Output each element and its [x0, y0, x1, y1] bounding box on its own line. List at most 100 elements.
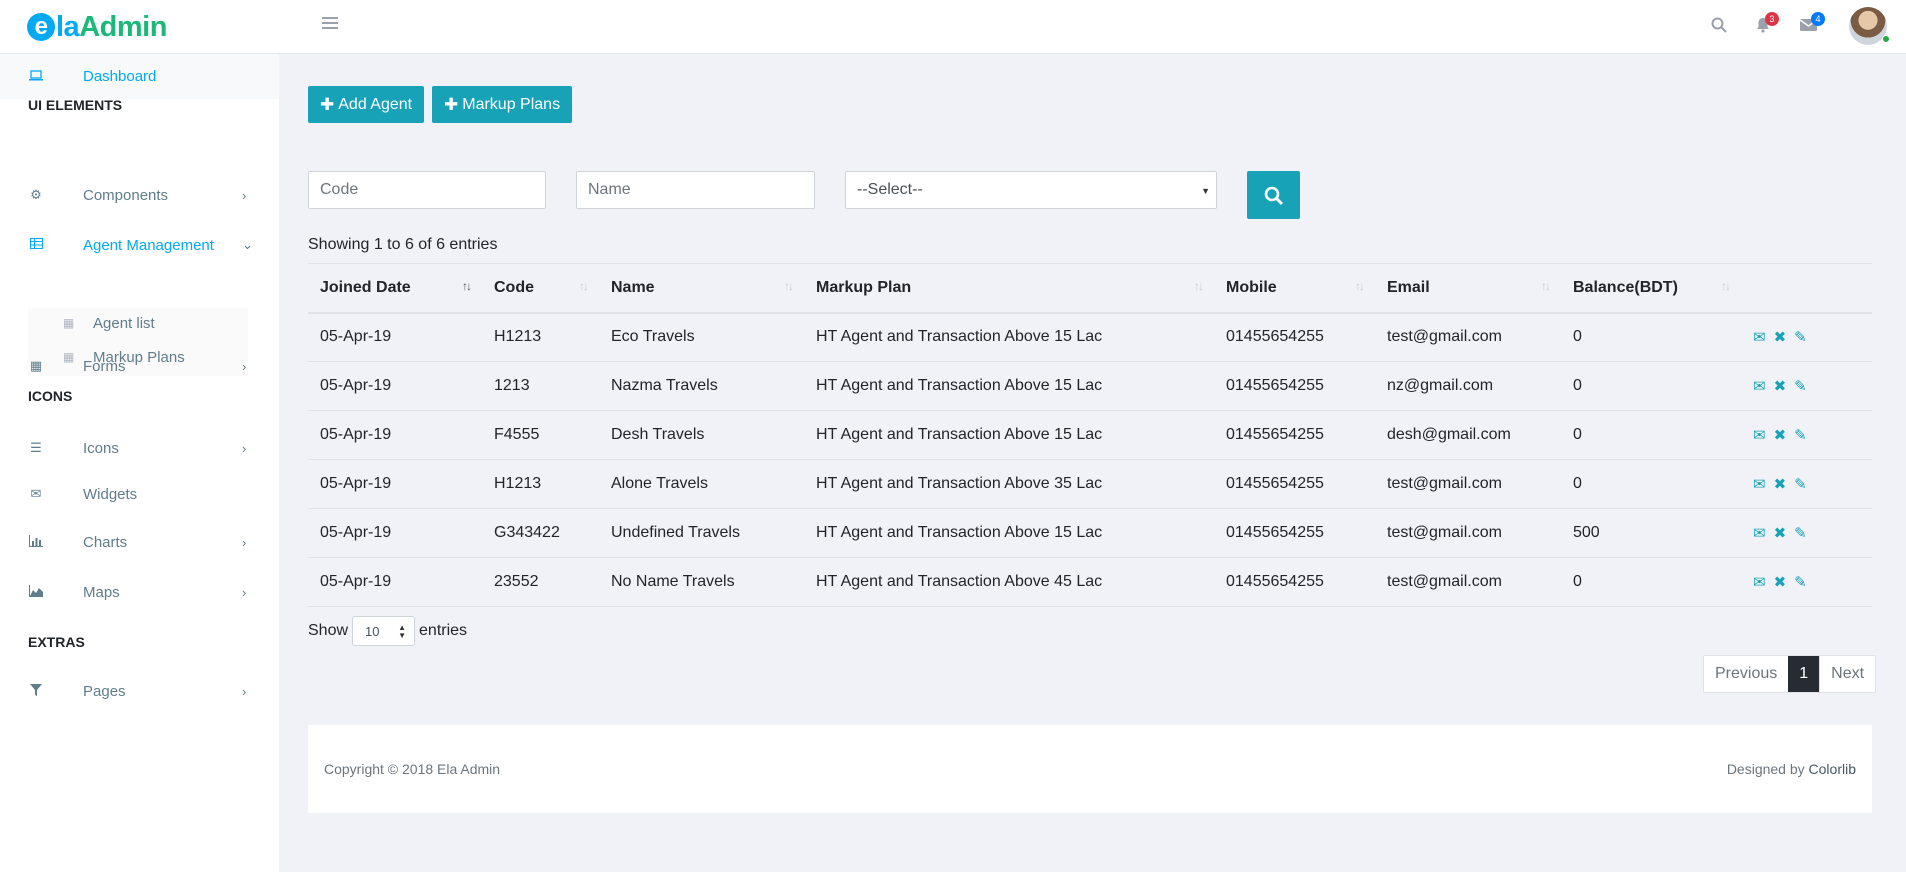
page-1-button[interactable]: 1 [1788, 656, 1820, 692]
close-icon[interactable]: ✖ [1774, 426, 1787, 444]
cell-balance: 0 [1561, 361, 1741, 411]
area-chart-icon [28, 585, 44, 599]
table-row: 05-Apr-19 23552 No Name Travels HT Agent… [308, 557, 1872, 607]
edit-icon[interactable]: ✎ [1794, 426, 1807, 444]
next-page-button[interactable]: Next [1819, 656, 1875, 692]
cell-name: Desh Travels [599, 410, 804, 460]
envelope-icon[interactable]: ✉ [1753, 426, 1766, 444]
close-icon[interactable]: ✖ [1774, 377, 1787, 395]
table-length-control: Show 10 ▲ ▼ entries [308, 616, 467, 646]
page-length-select[interactable]: 10 ▲ ▼ [352, 616, 416, 646]
header-code[interactable]: Code ↑↓ [482, 263, 599, 314]
entries-label: entries [419, 622, 468, 639]
header-balance[interactable]: Balance(BDT) ↑↓ [1561, 263, 1741, 314]
designed-by-text: Designed by Colorlib [1727, 761, 1856, 777]
header-mobile[interactable]: Mobile ↑↓ [1214, 263, 1375, 314]
colorlib-link[interactable]: Colorlib [1809, 761, 1856, 777]
sort-icon: ↑↓ [579, 279, 589, 293]
previous-page-button[interactable]: Previous [1704, 656, 1788, 692]
header-name[interactable]: Name ↑↓ [599, 263, 804, 314]
header-markup-plan[interactable]: Markup Plan ↑↓ [804, 263, 1214, 314]
envelope-icon[interactable]: ✉ [1753, 328, 1766, 346]
sidebar-item-agent-management[interactable]: Agent Management ⌄ [0, 225, 279, 265]
cell-balance: 0 [1561, 459, 1741, 509]
sidebar-item-pages[interactable]: Pages › [0, 671, 279, 711]
cell-markup-plan: HT Agent and Transaction Above 15 Lac [804, 508, 1214, 558]
name-input[interactable]: Name [576, 171, 815, 209]
sidebar-item-components[interactable]: ⚙ Components › [0, 175, 279, 215]
edit-icon[interactable]: ✎ [1794, 377, 1807, 395]
sidebar-item-charts[interactable]: Charts › [0, 522, 279, 562]
envelope-icon[interactable]: ✉ [1753, 524, 1766, 542]
cell-actions: ✉ ✖ ✎ [1741, 459, 1872, 509]
ela-admin-logo[interactable]: e la Admin [27, 10, 167, 44]
cell-actions: ✉ ✖ ✎ [1741, 508, 1872, 558]
sort-icon: ↑↓ [1194, 279, 1204, 293]
sidebar: Dashboard UI ELEMENTS ⚙ Components › Age… [0, 54, 279, 872]
messages-badge: 4 [1811, 12, 1825, 26]
search-button[interactable] [1247, 171, 1300, 219]
chevron-right-icon: › [242, 440, 247, 456]
edit-icon[interactable]: ✎ [1794, 524, 1807, 542]
bell-icon[interactable]: 3 [1755, 12, 1779, 38]
sort-icon: ↑↓ [1541, 279, 1551, 293]
show-label: Show [308, 622, 349, 639]
envelope-icon[interactable]: 4 [1799, 12, 1825, 37]
filter-icon [28, 684, 44, 698]
sidebar-item-label: Agent list [93, 314, 155, 332]
chevron-right-icon: › [242, 187, 247, 203]
close-icon[interactable]: ✖ [1774, 524, 1787, 542]
cell-name: Nazma Travels [599, 361, 804, 411]
sidebar-item-forms[interactable]: ▦ Forms › [0, 346, 279, 386]
markup-plan-select[interactable]: --Select-- ▼ [845, 171, 1217, 209]
header-joined-date[interactable]: Joined Date ↑↓ [308, 263, 482, 314]
table-info: Showing 1 to 6 of 6 entries [308, 236, 498, 253]
table-icon [28, 238, 44, 252]
cell-name: Eco Travels [599, 312, 804, 362]
cell-joined-date: 05-Apr-19 [308, 410, 482, 460]
header-email[interactable]: Email ↑↓ [1375, 263, 1561, 314]
cell-joined-date: 05-Apr-19 [308, 459, 482, 509]
edit-icon[interactable]: ✎ [1794, 475, 1807, 493]
edit-icon[interactable]: ✎ [1794, 573, 1807, 591]
chevron-right-icon: › [242, 683, 247, 699]
envelope-icon[interactable]: ✉ [1753, 377, 1766, 395]
user-avatar[interactable] [1849, 7, 1890, 45]
close-icon[interactable]: ✖ [1774, 573, 1787, 591]
cell-mobile: 01455654255 [1214, 459, 1375, 509]
cell-code: F4555 [482, 410, 599, 460]
cell-joined-date: 05-Apr-19 [308, 312, 482, 362]
edit-icon[interactable]: ✎ [1794, 328, 1807, 346]
cell-balance: 500 [1561, 508, 1741, 558]
cell-mobile: 01455654255 [1214, 508, 1375, 558]
sidebar-item-label: Pages [83, 682, 126, 700]
sidebar-item-agent-list[interactable]: ▦ Agent list [28, 308, 248, 338]
cell-mobile: 01455654255 [1214, 361, 1375, 411]
top-header: e la Admin 3 4 [0, 0, 1906, 54]
sidebar-item-label: Agent Management [83, 236, 214, 254]
cell-balance: 0 [1561, 312, 1741, 362]
cell-mobile: 01455654255 [1214, 312, 1375, 362]
sidebar-item-icons[interactable]: ☰ Icons › [0, 428, 279, 468]
envelope-icon[interactable]: ✉ [1753, 475, 1766, 493]
cell-balance: 0 [1561, 410, 1741, 460]
close-icon[interactable]: ✖ [1774, 475, 1787, 493]
copyright-text: Copyright © 2018 Ela Admin [324, 761, 501, 777]
sidebar-item-label: Forms [83, 357, 126, 375]
add-agent-button[interactable]: ✚ Add Agent [308, 86, 425, 123]
name-placeholder: Name [588, 181, 631, 198]
sidebar-item-dashboard[interactable]: Dashboard [0, 54, 279, 99]
sort-icon: ↑↓ [784, 279, 794, 293]
envelope-icon[interactable]: ✉ [1753, 573, 1766, 591]
markup-plans-button[interactable]: ✚ Markup Plans [432, 86, 573, 123]
cell-code: H1213 [482, 459, 599, 509]
sidebar-item-widgets[interactable]: ✉ Widgets [0, 474, 279, 514]
code-input[interactable]: Code [308, 171, 546, 209]
menu-toggle-icon[interactable] [322, 17, 338, 31]
select-value: --Select-- [857, 181, 923, 198]
sidebar-item-maps[interactable]: Maps › [0, 572, 279, 612]
close-icon[interactable]: ✖ [1774, 328, 1787, 346]
caret-down-icon: ▼ [1201, 186, 1210, 196]
cell-code: 23552 [482, 557, 599, 607]
search-icon[interactable] [1711, 17, 1727, 38]
